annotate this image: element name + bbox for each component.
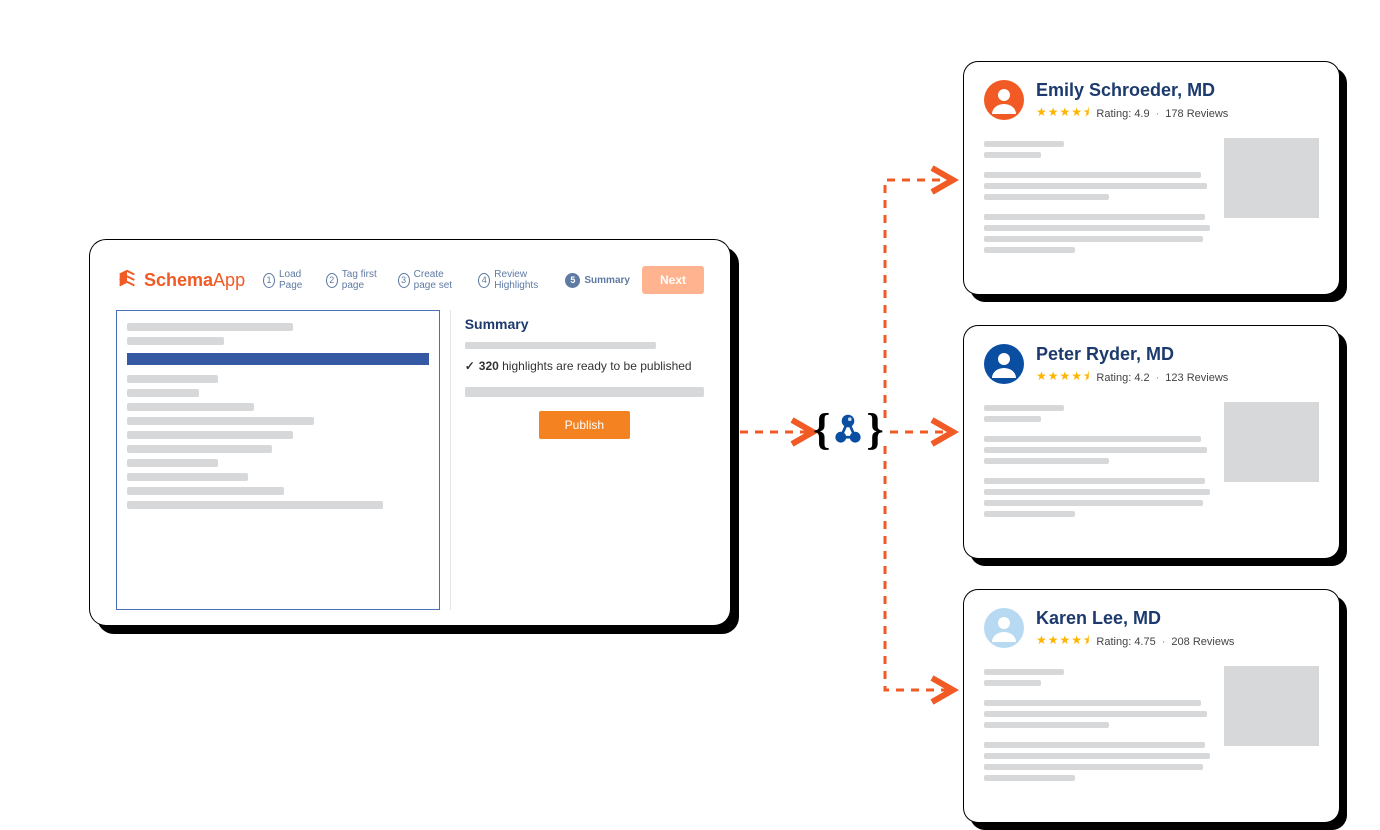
rating-row: ★★★★⯨ Rating: 4.75 · 208 Reviews [1036,631,1234,652]
profile-text-placeholder [984,400,1212,522]
profile-name: Peter Ryder, MD [1036,344,1228,365]
check-icon: ✓ [465,359,475,373]
star-icons: ★★★★⯨ [1036,103,1090,124]
schema-app-logo: SchemaApp [116,269,245,291]
profile-image-placeholder [1224,138,1319,218]
profile-text-placeholder [984,664,1212,786]
schema-logo-icon [116,269,138,291]
review-count: 208 Reviews [1171,636,1234,648]
selection-highlight-bar [127,353,429,365]
app-header: SchemaApp 1Load Page 2Tag first page 3Cr… [116,266,704,294]
step-load-page[interactable]: 1Load Page [263,269,316,291]
review-count: 178 Reviews [1165,108,1228,120]
schema-app-panel: SchemaApp 1Load Page 2Tag first page 3Cr… [90,240,730,625]
content-preview-pane [116,310,440,610]
step-create-page-set[interactable]: 3Create page set [398,269,469,291]
step-indicator: 1Load Page 2Tag first page 3Create page … [263,269,630,291]
step-review-highlights[interactable]: 4Review Highlights [478,269,555,291]
profile-name: Emily Schroeder, MD [1036,80,1228,101]
brace-close-icon: } [866,408,883,452]
rating-value: Rating: 4.75 [1096,636,1155,648]
summary-title: Summary [465,316,704,332]
profile-card: Emily Schroeder, MD ★★★★⯨ Rating: 4.9 · … [964,62,1339,294]
avatar [984,344,1024,384]
review-count: 123 Reviews [1165,372,1228,384]
star-icons: ★★★★⯨ [1036,367,1090,388]
rating-row: ★★★★⯨ Rating: 4.9 · 178 Reviews [1036,103,1228,124]
linked-data-icon [830,412,866,448]
schema-markup-node: { } [813,408,884,452]
profile-name: Karen Lee, MD [1036,608,1234,629]
next-button[interactable]: Next [642,266,704,294]
avatar [984,608,1024,648]
profile-text-placeholder [984,136,1212,258]
app-body: Summary ✓320 highlights are ready to be … [116,310,704,610]
profile-card: Peter Ryder, MD ★★★★⯨ Rating: 4.2 · 123 … [964,326,1339,558]
brand-app: App [213,270,245,290]
rating-value: Rating: 4.2 [1096,372,1149,384]
step-tag-first-page[interactable]: 2Tag first page [326,269,388,291]
rating-row: ★★★★⯨ Rating: 4.2 · 123 Reviews [1036,367,1228,388]
brace-open-icon: { [813,408,830,452]
brand-schema: Schema [144,270,213,290]
summary-pane: Summary ✓320 highlights are ready to be … [450,310,704,610]
profile-image-placeholder [1224,402,1319,482]
profile-image-placeholder [1224,666,1319,746]
rating-value: Rating: 4.9 [1096,108,1149,120]
step-summary[interactable]: 5Summary [565,273,630,288]
avatar [984,80,1024,120]
profile-card: Karen Lee, MD ★★★★⯨ Rating: 4.75 · 208 R… [964,590,1339,822]
highlight-status: ✓320 highlights are ready to be publishe… [465,359,704,373]
publish-button[interactable]: Publish [539,411,630,439]
star-icons: ★★★★⯨ [1036,631,1090,652]
